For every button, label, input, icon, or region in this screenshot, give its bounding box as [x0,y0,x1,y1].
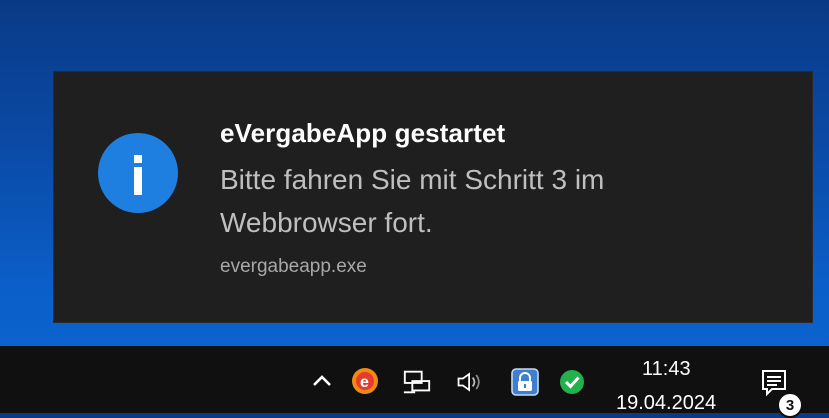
evergabe-app-icon[interactable]: e [350,366,380,396]
chevron-up-icon[interactable] [307,366,337,396]
svg-text:e: e [360,374,369,391]
network-icon[interactable] [402,367,432,397]
info-icon [98,133,178,213]
toast-body-line-2: Webbrowser fort. [220,207,433,238]
volume-icon[interactable] [455,367,485,397]
toast-source: evergabeapp.exe [220,256,367,277]
check-circle-icon[interactable] [557,367,587,397]
notification-count-badge: 3 [777,392,803,418]
clock-time[interactable]: 11:43 [642,358,691,381]
lock-app-icon[interactable] [510,367,540,397]
clock-date[interactable]: 19.04.2024 [616,392,716,415]
toast-title: eVergabeApp gestartet [220,118,506,148]
toast-body: Bitte fahren Sie mit Schritt 3 im Webbro… [220,158,604,244]
toast-body-line-1: Bitte fahren Sie mit Schritt 3 im [220,164,605,195]
